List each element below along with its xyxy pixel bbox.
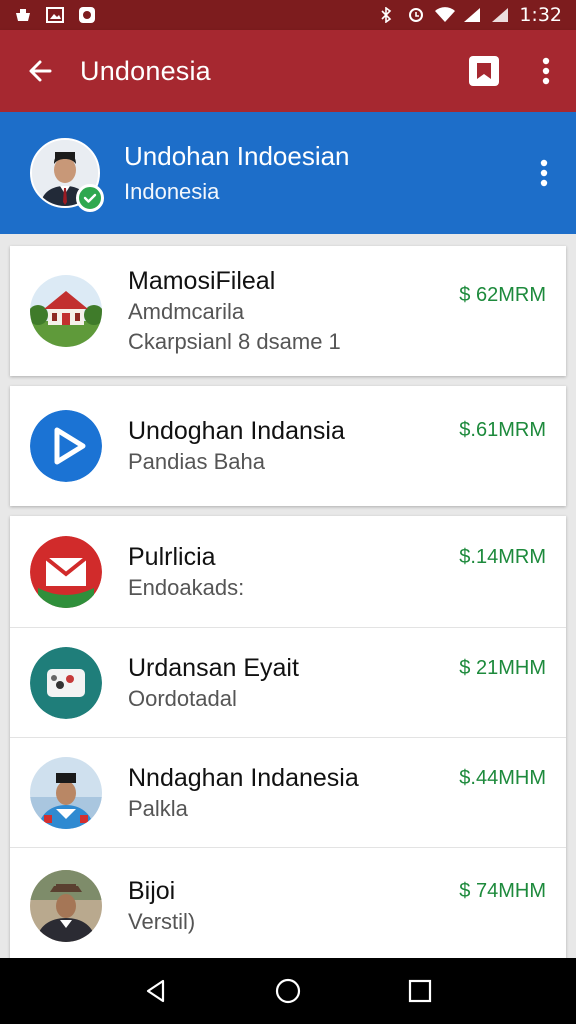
image-icon [46,7,64,23]
item-price: $ 74MHM [459,880,546,902]
camera-icon [30,646,102,719]
play-icon [30,410,102,482]
status-bar: 1:32 [0,0,576,30]
back-button[interactable] [0,30,80,112]
list-item[interactable]: MamosiFileal Amdmcarila Ckarpsianl 8 dsa… [10,246,566,376]
profile-subtitle: Indonesia [124,179,220,204]
signal-icon [463,7,481,23]
battery-icon [491,7,509,23]
nav-recents-button[interactable] [390,961,450,1021]
status-time: 1:32 [519,4,562,26]
item-price: $.61MRM [459,419,546,441]
arrow-left-icon [29,60,52,82]
more-vert-icon [540,159,548,187]
list-item[interactable]: Nndaghan Indanesia Palkla $.44MHM [10,738,566,848]
profile-name: Undohan Indoesian [124,141,350,171]
item-price: $.14MRM [459,546,546,568]
mail-icon [30,535,102,608]
item-price: $ 62MRM [459,284,546,306]
bookmark-icon [469,56,499,86]
more-vert-icon [542,57,550,85]
list: MamosiFileal Amdmcarila Ckarpsianl 8 dsa… [0,234,576,958]
item-subtitle: Verstil) [128,909,196,934]
list-item[interactable]: Undoghan Indansia Pandias Baha $.61MRM [10,386,566,506]
list-item[interactable]: Pulrlicia Endoakads: $.14MRM [10,516,566,628]
nav-home-button[interactable] [258,961,318,1021]
nav-back-button[interactable] [126,961,186,1021]
avatar[interactable] [30,138,104,212]
page-title: Undonesia [80,55,211,86]
item-subtitle: Oordotadal [128,685,237,711]
alarm-icon [407,7,425,23]
bluetooth-icon [379,6,397,24]
notification-icon [14,7,32,23]
list-item[interactable]: Bijoi Verstil) $ 74MHM [10,848,566,958]
profile-header[interactable]: Undohan Indoesian Indonesia [0,112,576,234]
circle-home-icon [275,978,301,1004]
bookmark-button[interactable] [452,30,516,112]
square-recents-icon [408,979,432,1003]
person-avatar-icon [30,870,102,942]
item-price: $ 21MHM [459,657,546,679]
item-subtitle: Pandias Baha [128,449,265,474]
profile-more-button[interactable] [512,112,576,234]
app-notification-icon [78,7,96,23]
list-item[interactable]: Urdansan Eyait Oordotadal $ 21MHM [10,628,566,738]
item-detail: Ckarpsianl 8 dsame 1 [128,329,341,354]
system-nav-bar [0,958,576,1024]
item-subtitle: Endoakads: [128,574,245,600]
item-subtitle: Palkla [128,795,188,821]
list-card: Pulrlicia Endoakads: $.14MRM Urdansan Ey… [10,516,566,958]
list-card: MamosiFileal Amdmcarila Ckarpsianl 8 dsa… [10,246,566,376]
app-bar: Undonesia [0,30,576,112]
wifi-icon [435,7,456,23]
building-icon [30,275,102,347]
verified-icon [76,184,104,212]
triangle-back-icon [146,979,165,1003]
person-avatar-icon [30,756,102,829]
item-price: $.44MHM [459,767,546,789]
more-options-button[interactable] [516,30,576,112]
list-card: Undoghan Indansia Pandias Baha $.61MRM [10,386,566,506]
